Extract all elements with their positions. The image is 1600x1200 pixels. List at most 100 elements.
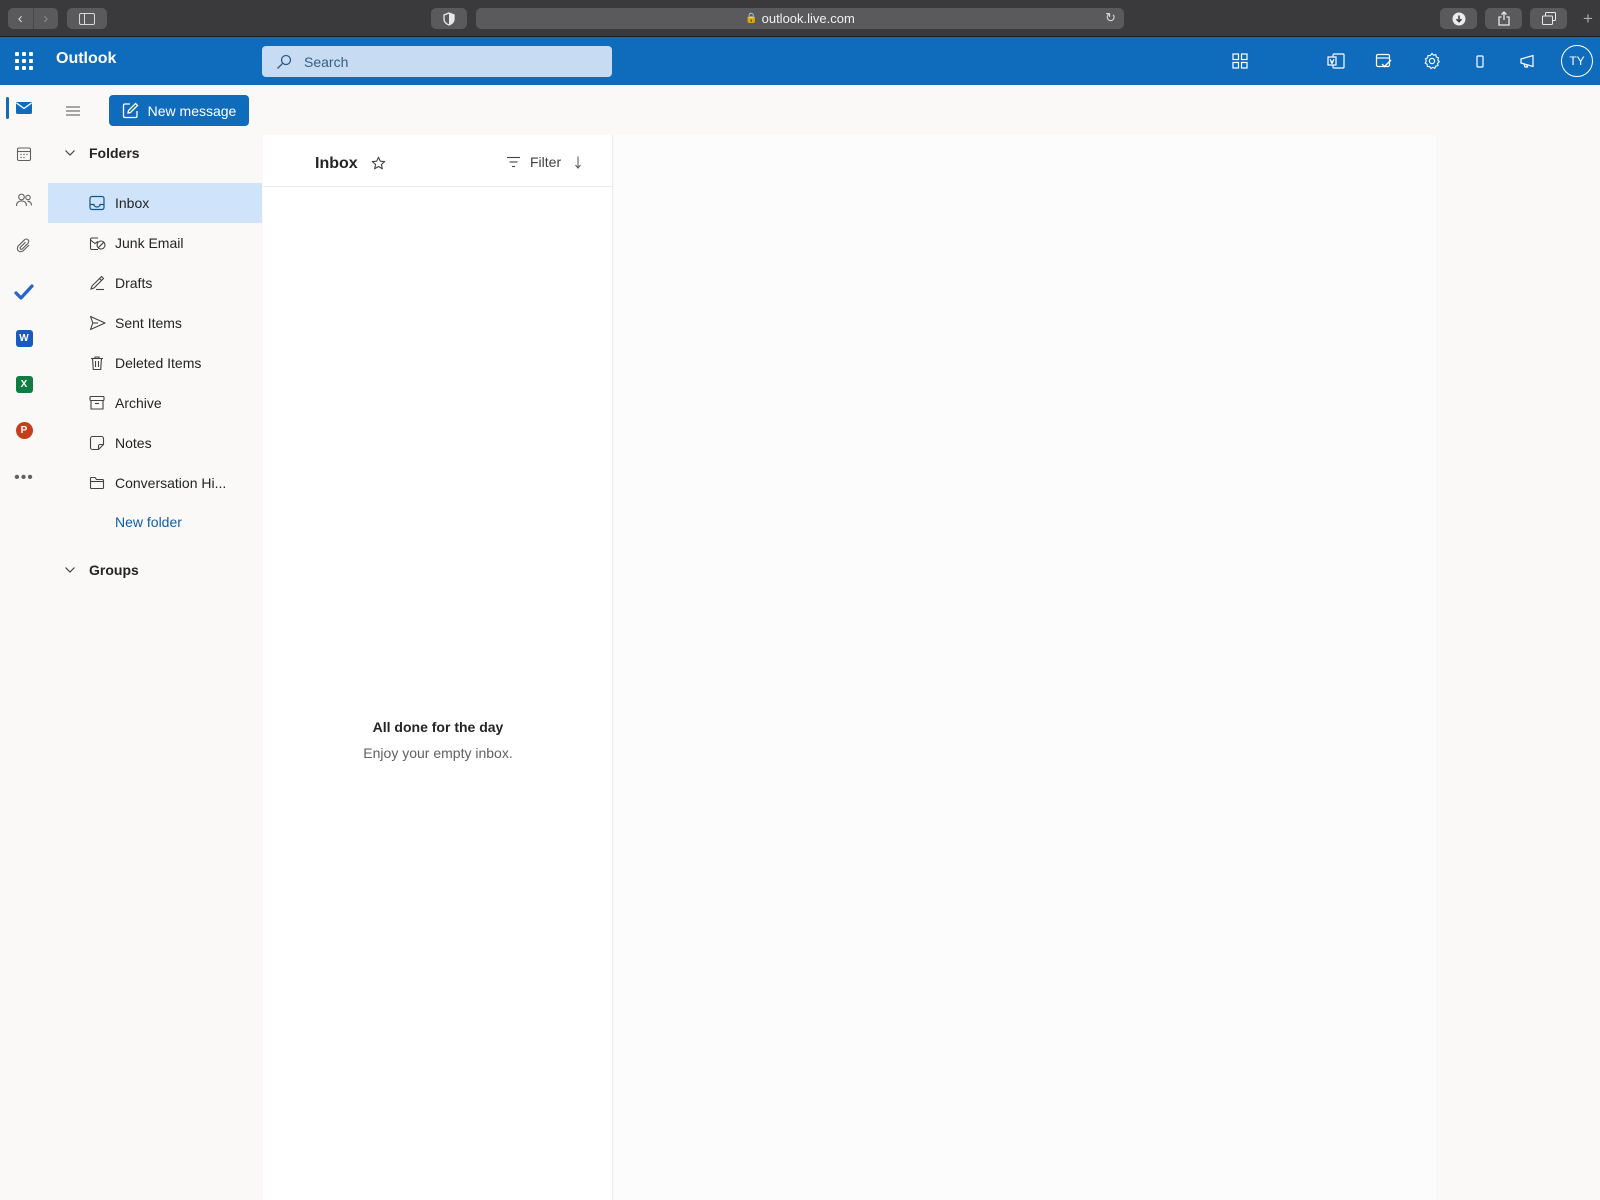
new-folder-link[interactable]: New folder [115,514,182,530]
address-bar[interactable]: 🔒 outlook.live.com ↻ [476,8,1124,29]
excel-app-button[interactable]: X [12,372,36,396]
more-apps-button[interactable]: ••• [12,466,36,490]
settings-button[interactable] [1421,50,1443,72]
reload-icon[interactable]: ↻ [1105,10,1116,26]
powerpoint-app-button[interactable]: P [12,418,36,442]
tabs-icon [1541,12,1556,25]
chevron-down-icon [60,566,80,574]
sidebar-icon [79,12,95,25]
word-icon: W [15,329,33,347]
folder-item-conversation-history[interactable]: Conversation Hi... [48,463,262,503]
app-rail: W X P ••• [0,85,48,1200]
mail-app-button[interactable] [12,96,36,120]
folder-label: Inbox [115,195,150,211]
new-message-button[interactable]: New message [109,95,249,126]
avatar[interactable]: TY [1561,45,1593,77]
app-launcher-icon[interactable] [12,49,36,73]
share-icon [1497,11,1510,26]
files-app-button[interactable] [12,234,36,258]
mobile-button[interactable] [1469,50,1491,72]
back-button[interactable]: ‹ [8,8,33,29]
calendar-check-button[interactable] [1373,50,1395,72]
empty-state-subtitle: Enjoy your empty inbox. [363,745,513,761]
url-text: outlook.live.com [761,11,855,26]
folder-item-inbox[interactable]: Inbox [48,183,262,223]
office-icon [1327,53,1345,69]
send-icon [88,314,106,332]
share-button[interactable] [1485,8,1522,29]
more-icon: ••• [14,469,34,486]
history-nav: ‹ › [8,8,58,29]
sidebar-toggle-button[interactable] [67,8,107,29]
app-title[interactable]: Outlook [56,50,116,68]
excel-icon: X [15,375,33,393]
tab-overview-button[interactable] [1530,8,1567,29]
forward-button[interactable]: › [32,8,59,29]
folder-label: Deleted Items [115,355,202,371]
folder-item-deleted-items[interactable]: Deleted Items [48,343,262,383]
gear-icon [1424,52,1441,70]
groups-section-header[interactable]: Groups [60,558,139,582]
phone-icon [1476,55,1484,68]
folder-label: Drafts [115,275,153,291]
calendar-check-icon [1375,53,1392,68]
folders-section-label: Folders [89,145,140,161]
junk-icon [88,234,106,252]
folder-label: Junk Email [115,235,184,251]
folder-item-drafts[interactable]: Drafts [48,263,262,303]
folders-section-header[interactable]: Folders [60,141,140,165]
apps-grid-icon [1232,53,1248,69]
download-icon [1452,12,1465,25]
message-list-title: Inbox [315,155,358,172]
browser-toolbar: ‹ › 🔒 outlook.live.com ↻ + [0,0,1600,37]
navigation-toggle-button[interactable] [60,98,86,124]
calendar-icon [16,147,32,162]
folder-item-archive[interactable]: Archive [48,383,262,423]
folder-item-junk-email[interactable]: Junk Email [48,223,262,263]
message-list-header: Inbox Filter [263,135,613,187]
lock-icon: 🔒 [745,13,758,24]
inbox-icon [88,194,106,212]
filter-icon [506,156,521,168]
archive-icon [88,394,106,412]
folder-label: Notes [115,435,152,451]
my-day-button[interactable] [1229,50,1251,72]
groups-section-label: Groups [89,562,139,578]
folder-item-notes[interactable]: Notes [48,423,262,463]
folder-label: Archive [115,395,162,411]
reading-pane [614,135,1436,1200]
star-icon[interactable] [371,156,386,171]
powerpoint-icon: P [15,421,33,439]
drafts-icon [88,274,106,292]
todo-app-button[interactable] [12,280,36,304]
filter-button[interactable]: Filter [506,154,561,170]
filter-label: Filter [530,154,562,170]
people-icon [15,193,33,207]
checkmark-icon [14,284,34,300]
search-input[interactable] [304,53,584,70]
empty-state-title: All done for the day [372,719,504,735]
folder-item-sent-items[interactable]: Sent Items [48,303,262,343]
privacy-report-button[interactable] [431,8,467,29]
note-icon [88,434,106,452]
new-message-label: New message [147,102,237,119]
app-header: Outlook TY [0,37,1600,85]
search-box[interactable] [262,46,612,77]
calendar-app-button[interactable] [12,142,36,166]
trash-icon [88,354,106,372]
chevron-down-icon [60,149,80,157]
new-tab-button[interactable]: + [1576,8,1600,29]
active-indicator [6,97,9,119]
sort-arrow-icon[interactable] [574,155,584,170]
hamburger-icon [66,106,80,116]
downloads-button[interactable] [1440,8,1477,29]
paperclip-icon [16,238,30,253]
folder-label: Sent Items [115,315,182,331]
whats-new-button[interactable] [1517,50,1539,72]
shield-icon [443,11,455,26]
folder-label: Conversation Hi... [115,475,227,491]
word-app-button[interactable]: W [12,326,36,350]
people-app-button[interactable] [12,188,36,212]
message-list: Inbox Filter All done for the day Enjoy … [263,135,613,1200]
office-button[interactable] [1325,50,1347,72]
